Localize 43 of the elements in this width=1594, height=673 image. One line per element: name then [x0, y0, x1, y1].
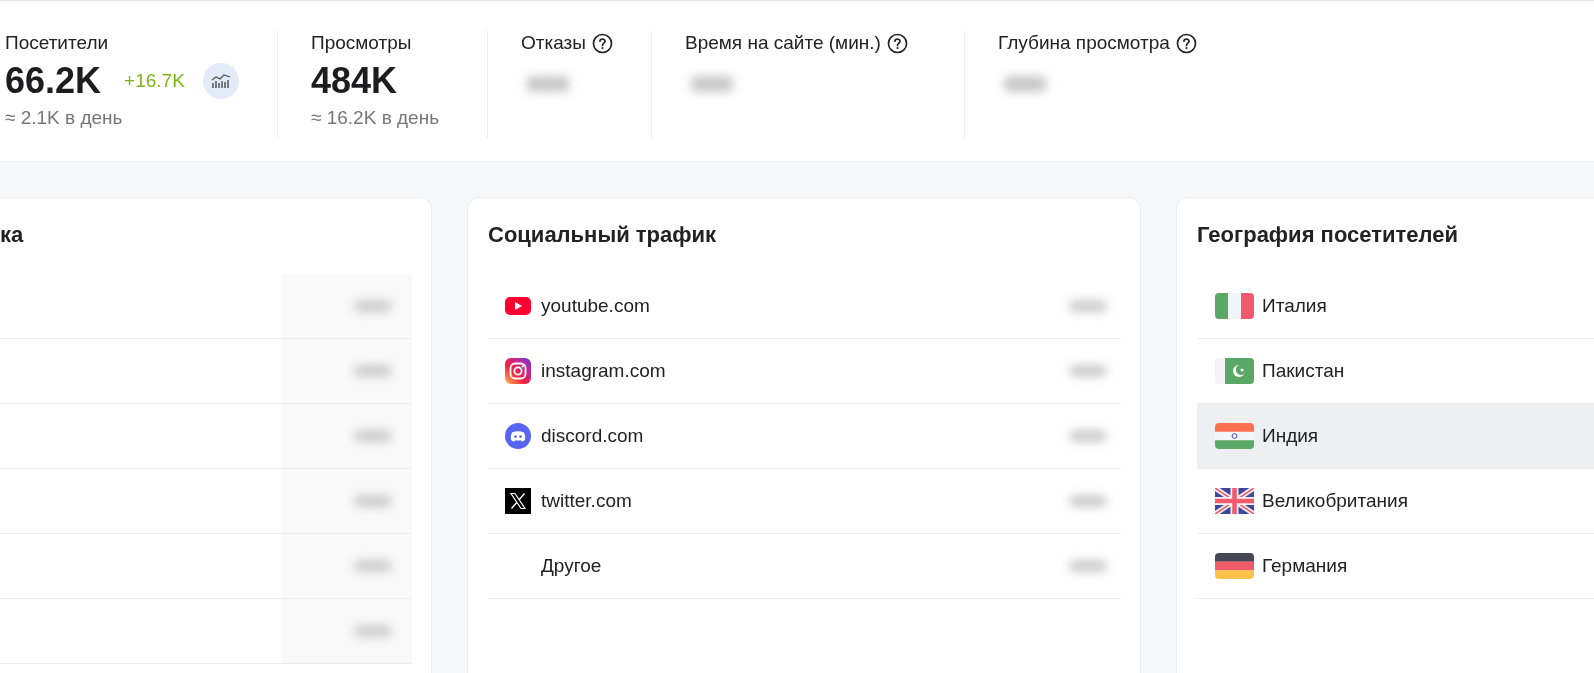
help-icon[interactable] [1175, 32, 1197, 54]
help-icon[interactable] [591, 32, 613, 54]
row-label: Другое [541, 555, 602, 577]
chart-button[interactable] [202, 63, 239, 99]
list-row[interactable] [0, 599, 412, 664]
stat-label: Просмотры [311, 32, 412, 54]
card-title: ка [0, 222, 25, 249]
row-label: twitter.com [541, 490, 632, 512]
list-row[interactable] [0, 274, 412, 339]
stat-delta: +16.7K [124, 70, 185, 92]
row-label: Индия [1262, 425, 1319, 447]
flag-icon [1215, 358, 1254, 384]
row-label: instagram.com [541, 360, 666, 382]
row-label: Италия [1262, 295, 1327, 317]
card-title: Социальный трафик [488, 222, 718, 249]
list-row[interactable] [0, 339, 412, 404]
stat-value: 66.2K [5, 60, 102, 102]
card-title: География посетителей [1197, 222, 1459, 249]
controller-icon [505, 423, 531, 449]
row-label: Пакистан [1262, 360, 1345, 382]
flag-icon [1215, 553, 1254, 579]
list-row[interactable] [0, 534, 412, 599]
stat-per-day: ≈ 2.1K в день [5, 107, 277, 129]
stat-label: Время на сайте (мин.) [685, 32, 881, 54]
list-row[interactable]: Индия [1197, 404, 1594, 469]
help-icon[interactable] [886, 32, 908, 54]
stat-label: Отказы [521, 32, 586, 54]
x-logo-icon [505, 488, 531, 514]
row-label: Великобритания [1262, 490, 1408, 512]
flag-icon [1215, 293, 1254, 319]
chart-icon [210, 73, 231, 89]
stat-per-day: ≈ 16.2K в день [311, 107, 487, 129]
stat-label: Глубина просмотра [998, 32, 1170, 54]
row-label: Германия [1262, 555, 1348, 577]
flag-icon [1215, 488, 1254, 514]
row-label: discord.com [541, 425, 644, 447]
list-row[interactable] [0, 404, 412, 469]
list-row[interactable] [0, 469, 412, 534]
row-label: youtube.com [541, 295, 650, 317]
stat-label: Посетители [5, 32, 109, 54]
flag-icon [1215, 423, 1254, 449]
stat-value: 484K [311, 60, 398, 102]
camera-icon [505, 358, 531, 384]
